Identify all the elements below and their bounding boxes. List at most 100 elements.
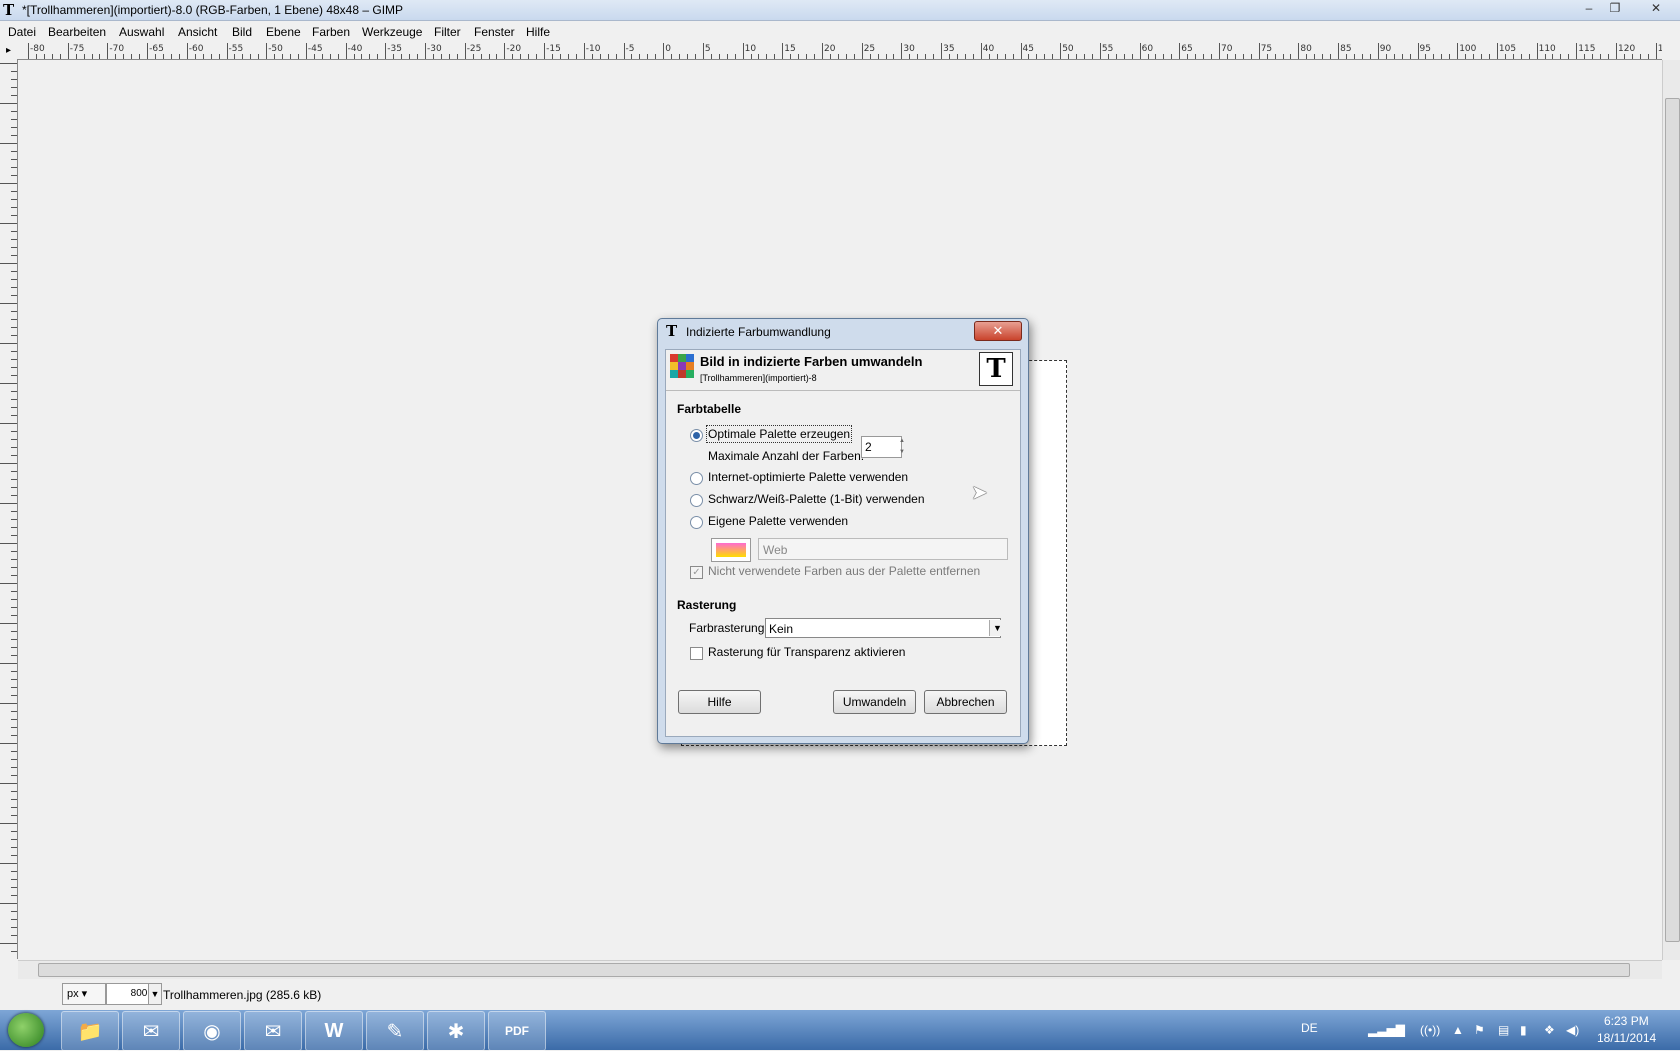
taskbar-pdf[interactable]: PDF [488, 1011, 546, 1051]
checkbox-dither-transparency[interactable] [690, 647, 703, 660]
horizontal-scrollbar[interactable] [18, 960, 1662, 979]
ruler-minor-tick [393, 54, 395, 59]
ruler-minor-tick [1203, 54, 1205, 59]
ruler-tick [11, 647, 17, 648]
dialog-titlebar[interactable]: T Indizierte Farbumwandlung ✕ [658, 319, 1028, 343]
close-window-button[interactable]: ✕ [1640, 0, 1672, 18]
ruler-major-tick [901, 43, 903, 59]
ruler-minor-tick [1123, 54, 1125, 59]
taskbar-explorer[interactable]: 📁 [61, 1011, 119, 1051]
palette-cell [686, 362, 694, 370]
horizontal-scroll-thumb[interactable] [38, 963, 1630, 977]
label-bw-palette[interactable]: Schwarz/Weiß-Palette (1-Bit) verwenden [708, 492, 925, 506]
label-optimal-palette[interactable]: Optimale Palette erzeugen [705, 425, 853, 443]
label-dither-transparency[interactable]: Rasterung für Transparenz aktivieren [708, 645, 905, 659]
ruler-tick [0, 463, 17, 464]
radio-custom-palette[interactable] [690, 516, 703, 529]
menu-fenster[interactable]: Fenster [474, 25, 515, 39]
taskbar-thunderbird[interactable]: ✉ [122, 1011, 180, 1051]
ruler-major-tick [663, 43, 665, 59]
ruler-minor-tick [1282, 54, 1284, 59]
ruler-minor-tick [1441, 54, 1443, 59]
ruler-minor-tick [909, 54, 911, 59]
menu-auswahl[interactable]: Auswahl [119, 25, 164, 39]
flag-icon[interactable]: ⚑ [1474, 1023, 1485, 1037]
signal-icon[interactable]: ▂▃▅▇ [1368, 1023, 1405, 1037]
ruler-label: 55 [1101, 44, 1114, 54]
clock-time[interactable]: 6:23 PM [1604, 1014, 1649, 1028]
bars-icon[interactable]: ▮ [1520, 1023, 1527, 1037]
chevron-down-icon[interactable]: ▼ [989, 620, 1005, 636]
ruler-major-tick [742, 43, 744, 59]
taskbar-thunderbird-2[interactable]: ✉ [244, 1011, 302, 1051]
ruler-label: 125 [1658, 44, 1662, 54]
dialog-body: Bild in indizierte Farben umwandeln [Tro… [665, 349, 1021, 737]
ruler-tick [11, 175, 17, 176]
radio-web-palette[interactable] [690, 472, 703, 485]
ruler-tick [11, 167, 17, 168]
max-colors-spinbox[interactable]: 2 [861, 436, 902, 458]
palette-swatch-button[interactable] [711, 538, 751, 562]
ruler-tick [11, 159, 17, 160]
dithering-select[interactable]: Kein [765, 618, 1001, 638]
taskbar-gimp[interactable]: ✎ [366, 1011, 424, 1051]
palette-name-field[interactable]: Web [758, 538, 1008, 560]
ruler-tick [11, 471, 17, 472]
ruler-corner[interactable]: ▸ [0, 43, 17, 59]
menu-ansicht[interactable]: Ansicht [178, 25, 217, 39]
convert-button[interactable]: Umwandeln [833, 690, 916, 714]
ruler-minor-tick [853, 54, 855, 59]
spin-arrows-icon[interactable]: ▲ ▼ [897, 436, 907, 458]
volume-icon[interactable]: ◀) [1566, 1023, 1579, 1037]
checkbox-remove-unused[interactable]: ✓ [690, 566, 703, 579]
radio-bw-palette[interactable] [690, 494, 703, 507]
taskbar-word[interactable]: W [305, 1011, 363, 1051]
ruler-tick [11, 519, 17, 520]
menu-hilfe[interactable]: Hilfe [526, 25, 550, 39]
dropbox-icon[interactable]: ❖ [1544, 1023, 1555, 1037]
menubar: Datei Bearbeiten Auswahl Ansicht Bild Eb… [0, 21, 1680, 43]
vertical-scroll-thumb[interactable] [1665, 98, 1680, 942]
ruler-minor-tick [480, 54, 482, 59]
menu-bearbeiten[interactable]: Bearbeiten [48, 25, 106, 39]
horizontal-ruler[interactable]: -80 -75 -70 -65 -60 -55 -50 -45 -40 -35 -30 -25 -20-… [18, 43, 1662, 60]
zoom-dropdown-icon[interactable]: ▼ [148, 983, 162, 1005]
dialog-close-button[interactable]: ✕ [974, 321, 1022, 341]
tray-expand-icon[interactable]: ▲ [1452, 1023, 1464, 1037]
ruler-tick [11, 311, 17, 312]
menu-ebene[interactable]: Ebene [266, 25, 301, 39]
ruler-label: 30 [903, 44, 915, 54]
minimize-button[interactable]: – [1576, 0, 1602, 18]
cancel-button[interactable]: Abbrechen [924, 690, 1007, 714]
ruler-minor-tick [1147, 54, 1149, 59]
ruler-minor-tick [1473, 54, 1475, 59]
maximize-button[interactable]: ❐ [1602, 0, 1628, 18]
clock-date[interactable]: 18/11/2014 [1597, 1031, 1656, 1045]
ruler-minor-tick [956, 54, 958, 59]
language-indicator[interactable]: DE [1301, 1021, 1318, 1035]
taskbar-red-app[interactable]: ✱ [427, 1011, 485, 1051]
menu-filter[interactable]: Filter [434, 25, 461, 39]
menu-datei[interactable]: Datei [8, 25, 36, 39]
network-icon[interactable]: ▤ [1498, 1023, 1509, 1037]
start-button[interactable] [8, 1013, 44, 1047]
menu-farben[interactable]: Farben [312, 25, 350, 39]
menu-bild[interactable]: Bild [232, 25, 252, 39]
label-custom-palette[interactable]: Eigene Palette verwenden [708, 514, 848, 528]
vertical-ruler[interactable] [0, 59, 18, 959]
label-web-palette[interactable]: Internet-optimierte Palette verwenden [708, 470, 908, 484]
unit-selector[interactable]: px ▾ [62, 983, 106, 1005]
ruler-tick [11, 735, 17, 736]
ruler-minor-tick [417, 54, 419, 59]
menu-werkzeuge[interactable]: Werkzeuge [362, 25, 422, 39]
help-button[interactable]: Hilfe [678, 690, 761, 714]
ruler-minor-tick [1631, 54, 1633, 59]
radio-optimal-palette[interactable] [690, 429, 703, 442]
ruler-major-tick [861, 43, 863, 59]
taskbar-firefox[interactable]: ◉ [183, 1011, 241, 1051]
palette-cell [670, 362, 678, 370]
wireless-icon[interactable]: ((•)) [1420, 1023, 1440, 1037]
ruler-minor-tick [1036, 54, 1038, 59]
ruler-tick [11, 415, 17, 416]
vertical-scrollbar[interactable] [1662, 60, 1680, 960]
